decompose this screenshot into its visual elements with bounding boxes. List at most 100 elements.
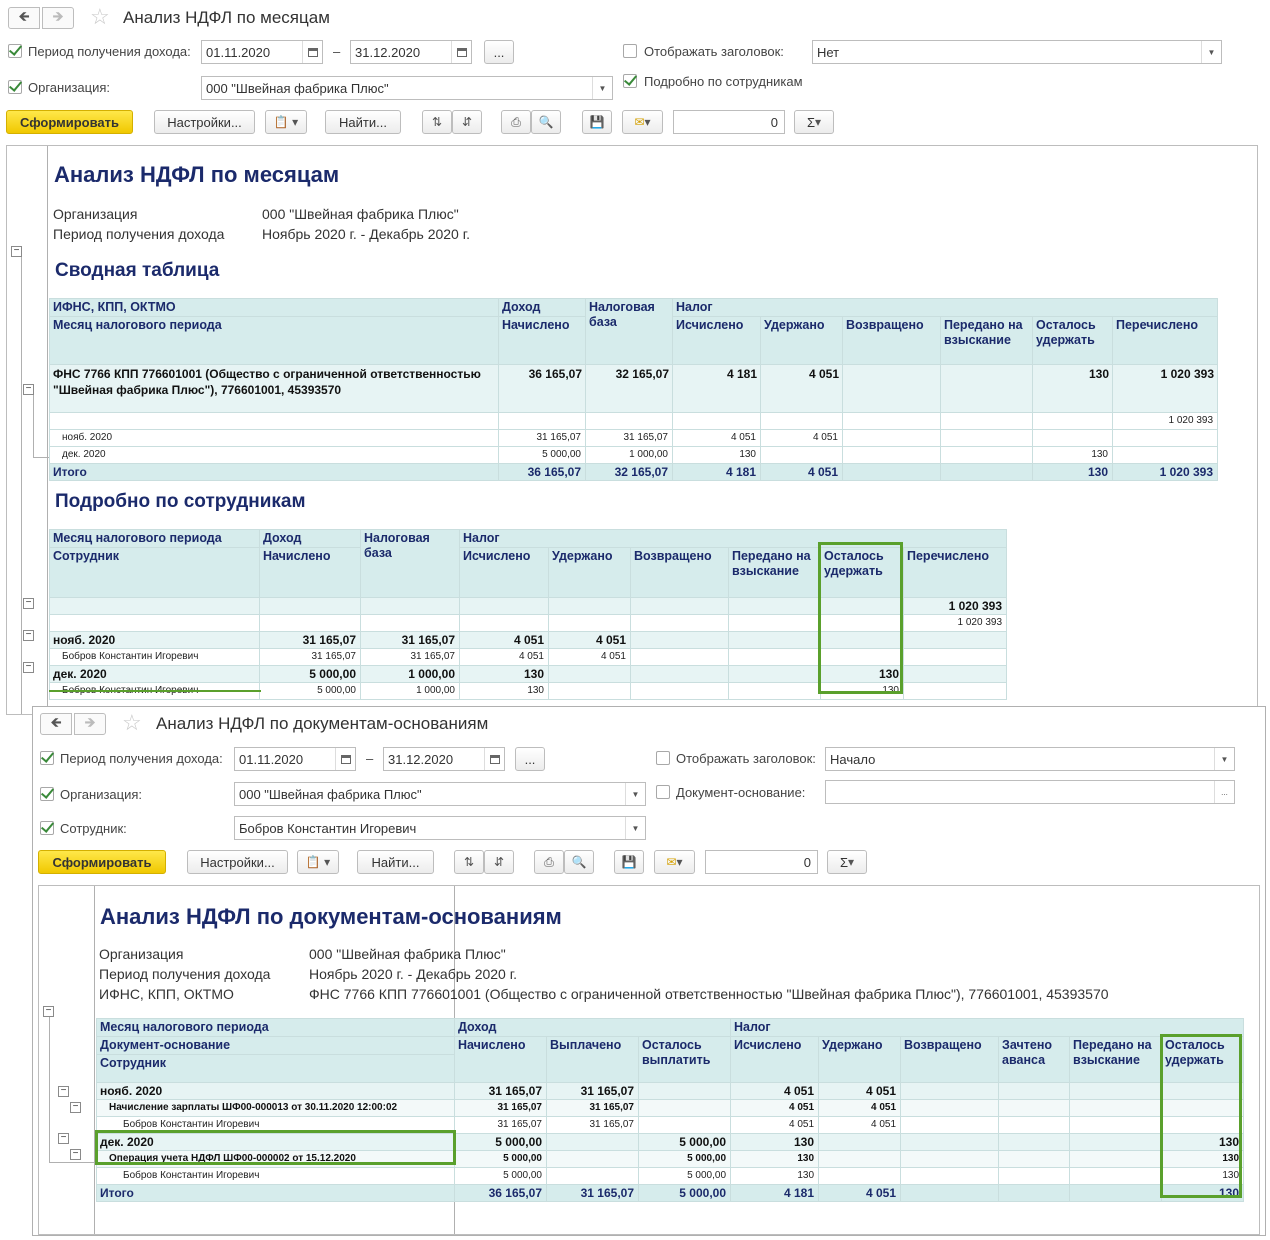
- cell: 36 165,07: [498, 364, 586, 413]
- print-button[interactable]: ⎙: [534, 850, 564, 874]
- date-to-value: 31.12.2020: [388, 752, 454, 767]
- sort-desc-button[interactable]: ⇵: [484, 850, 514, 874]
- save-button[interactable]: 💾: [614, 850, 644, 874]
- save-button[interactable]: 💾: [582, 110, 612, 134]
- table-row[interactable]: 1 020 393: [49, 614, 1008, 632]
- table-row[interactable]: дек. 2020 5 000,00 5 000,00 130 130: [96, 1133, 1245, 1151]
- table-row[interactable]: 1 020 393: [49, 597, 1008, 615]
- org-checkbox[interactable]: [40, 787, 54, 801]
- show-header-checkbox[interactable]: [656, 751, 670, 765]
- table-row[interactable]: нояб. 2020 31 165,07 31 165,07 4 051 4 0…: [49, 631, 1008, 649]
- org-select[interactable]: 000 "Швейная фабрика Плюс" ▼: [201, 76, 613, 100]
- variants-button[interactable]: 📋 ▾: [265, 110, 307, 134]
- table-row[interactable]: Бобров Константин Игоревич 31 165,07 31 …: [49, 648, 1008, 666]
- show-header-checkbox[interactable]: [623, 44, 637, 58]
- forward-button[interactable]: 🡺: [42, 7, 74, 29]
- sort-asc-button[interactable]: ⇅: [454, 850, 484, 874]
- period-select-button[interactable]: ...: [515, 747, 545, 771]
- cell: 1 000,00: [360, 682, 460, 700]
- collapse-icon[interactable]: −: [70, 1102, 81, 1113]
- show-header-select[interactable]: Начало ▼: [825, 747, 1235, 771]
- date-from-field[interactable]: 01.11.2020: [234, 747, 356, 771]
- table-row[interactable]: дек. 2020 5 000,00 1 000,00 130 130: [49, 446, 1219, 464]
- print-button[interactable]: ⎙: [501, 110, 531, 134]
- collapse-icon[interactable]: −: [58, 1133, 69, 1144]
- collapse-icon[interactable]: −: [23, 630, 34, 641]
- send-mail-button[interactable]: ✉ ▾: [654, 850, 695, 874]
- table-row[interactable]: Начисление зарплаты ШФ00-000013 от 30.11…: [96, 1099, 1245, 1117]
- sum-field[interactable]: 0: [705, 850, 818, 874]
- cell: 4 051: [548, 631, 631, 649]
- find-button[interactable]: Найти...: [357, 850, 434, 874]
- table-row[interactable]: дек. 2020 5 000,00 1 000,00 130 130: [49, 665, 1008, 683]
- table-row[interactable]: Операция учета НДФЛ ШФ00-000002 от 15.12…: [96, 1150, 1245, 1168]
- date-from-field[interactable]: 01.11.2020: [201, 40, 323, 64]
- chevron-down-icon[interactable]: ▼: [1214, 748, 1234, 770]
- collapse-icon[interactable]: −: [70, 1149, 81, 1160]
- detail-by-employee-checkbox[interactable]: [623, 74, 637, 88]
- generate-button[interactable]: Сформировать: [6, 110, 133, 134]
- calendar-icon[interactable]: [451, 41, 471, 63]
- collapse-icon[interactable]: −: [43, 1006, 54, 1017]
- sum-mode-button[interactable]: Σ ▾: [827, 850, 867, 874]
- detail-by-employee-label: Подробно по сотрудникам: [644, 74, 803, 89]
- date-to-field[interactable]: 31.12.2020: [383, 747, 505, 771]
- settings-button[interactable]: Настройки...: [154, 110, 255, 134]
- collapse-icon[interactable]: −: [23, 662, 34, 673]
- employee-checkbox[interactable]: [40, 821, 54, 835]
- table-row[interactable]: Бобров Константин Игоревич 31 165,07 31 …: [96, 1116, 1245, 1134]
- doc-basis-field[interactable]: ...: [825, 780, 1235, 804]
- cell: [818, 1167, 902, 1185]
- collapse-icon[interactable]: −: [58, 1086, 69, 1097]
- org-select[interactable]: 000 "Швейная фабрика Плюс" ▼: [234, 782, 646, 806]
- total-row[interactable]: Итого 36 165,07 32 165,07 4 181 4 051 13…: [49, 463, 1219, 481]
- preview-button[interactable]: 🔍: [564, 850, 594, 874]
- show-header-select[interactable]: Нет ▼: [812, 40, 1222, 64]
- calendar-icon[interactable]: [484, 748, 504, 770]
- calendar-icon[interactable]: [302, 41, 322, 63]
- period-select-button[interactable]: ...: [484, 40, 514, 64]
- date-to-field[interactable]: 31.12.2020: [350, 40, 472, 64]
- table-row[interactable]: Бобров Константин Игоревич 5 000,00 5 00…: [96, 1167, 1245, 1185]
- forward-button[interactable]: 🡺: [74, 713, 106, 735]
- table-row[interactable]: нояб. 2020 31 165,07 31 165,07 4 051 4 0…: [49, 429, 1219, 447]
- sum-field[interactable]: 0: [673, 110, 785, 134]
- collapse-icon[interactable]: −: [23, 598, 34, 609]
- chevron-down-icon[interactable]: ▼: [1201, 41, 1221, 63]
- preview-button[interactable]: 🔍: [531, 110, 561, 134]
- back-button[interactable]: 🡸: [40, 713, 72, 735]
- back-button[interactable]: 🡸: [8, 7, 40, 29]
- favorite-star-icon[interactable]: ☆: [122, 712, 142, 734]
- favorite-star-icon[interactable]: ☆: [90, 6, 110, 28]
- chevron-down-icon[interactable]: ▼: [592, 77, 612, 99]
- report-area[interactable]: − − − − − Анализ НДФЛ по месяцам Организ…: [6, 145, 1258, 715]
- collapse-icon[interactable]: −: [11, 246, 22, 257]
- total-row[interactable]: Итого 36 165,07 31 165,07 5 000,00 4 181…: [96, 1184, 1245, 1202]
- table-row[interactable]: 1 020 393: [49, 412, 1219, 430]
- period-checkbox[interactable]: [40, 751, 54, 765]
- employee-select[interactable]: Бобров Константин Игоревич ▼: [234, 816, 646, 840]
- collapse-icon[interactable]: −: [23, 384, 34, 395]
- variants-button[interactable]: 📋 ▾: [297, 850, 339, 874]
- send-mail-button[interactable]: ✉ ▾: [622, 110, 663, 134]
- table-row[interactable]: ФНС 7766 КПП 776601001 (Общество с огран…: [49, 364, 1219, 413]
- settings-button[interactable]: Настройки...: [187, 850, 288, 874]
- sum-mode-button[interactable]: Σ ▾: [794, 110, 834, 134]
- cell: 31 165,07: [585, 429, 673, 447]
- select-dots-icon[interactable]: ...: [1214, 781, 1234, 803]
- find-button[interactable]: Найти...: [325, 110, 401, 134]
- period-checkbox[interactable]: [8, 44, 22, 58]
- table-row[interactable]: нояб. 2020 31 165,07 31 165,07 4 051 4 0…: [96, 1082, 1245, 1100]
- chevron-down-icon[interactable]: ▼: [625, 817, 645, 839]
- report-area[interactable]: − Анализ НДФЛ по документам-основаниям О…: [38, 885, 1260, 1235]
- org-checkbox[interactable]: [8, 80, 22, 94]
- calendar-icon[interactable]: [335, 748, 355, 770]
- report-variants-icon: 📋 ▾: [305, 855, 331, 869]
- generate-button[interactable]: Сформировать: [38, 850, 166, 874]
- sort-desc-button[interactable]: ⇵: [452, 110, 482, 134]
- sort-asc-button[interactable]: ⇅: [422, 110, 452, 134]
- employee-value: Бобров Константин Игоревич: [239, 821, 417, 836]
- chevron-down-icon[interactable]: ▼: [625, 783, 645, 805]
- doc-basis-checkbox[interactable]: [656, 785, 670, 799]
- printer-icon: ⎙: [544, 854, 554, 869]
